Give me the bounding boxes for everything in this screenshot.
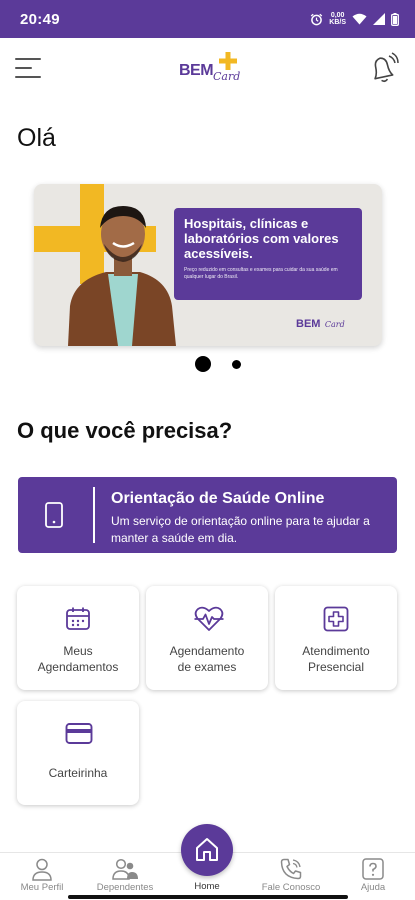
tile-in-person-care[interactable]: Atendimento Presencial — [275, 586, 397, 690]
app-header: BEM Card — [0, 38, 415, 100]
tile-label: Atendimento — [302, 644, 370, 658]
alarm-icon — [311, 13, 323, 25]
promo-banner[interactable]: Hospitais, clínicas e laboratórios com v… — [34, 184, 382, 346]
tile-label: Meus — [63, 644, 93, 658]
tile-member-card[interactable]: Carteirinha — [17, 701, 139, 805]
bell-icon — [374, 52, 399, 83]
network-speed: 0,00 KB/S — [329, 12, 346, 26]
banner-subtext: Preço reduzido em consultas e exames par… — [184, 267, 338, 280]
app-logo: BEM Card — [179, 52, 245, 88]
nav-help[interactable]: Ajuda — [333, 853, 413, 900]
signal-icon — [373, 13, 385, 25]
tile-label: Carteirinha — [48, 766, 108, 780]
banner-text-panel: Hospitais, clínicas e laboratórios com v… — [174, 208, 362, 300]
section-title: O que você precisa? — [17, 418, 233, 443]
online-health-guidance-card[interactable]: Orientação de Saúde Online Um serviço de… — [18, 477, 397, 553]
nav-label: Dependentes — [96, 882, 154, 893]
status-bar: 20:49 0,00 KB/S — [0, 0, 415, 38]
battery-icon — [391, 12, 399, 26]
notifications-button[interactable] — [365, 50, 399, 86]
menu-button[interactable] — [12, 54, 44, 84]
calendar-icon — [66, 607, 90, 630]
wifi-icon — [352, 13, 367, 25]
logo-sub-text: Card — [213, 70, 241, 83]
tile-label: Agendamento — [169, 644, 245, 658]
tile-label: Agendamentos — [37, 660, 119, 674]
greeting: Olá — [17, 124, 56, 152]
menu-icon — [15, 58, 41, 60]
nav-label: Ajuda — [360, 882, 386, 893]
user-icon — [32, 858, 52, 881]
nav-label-home: Home — [194, 881, 220, 892]
banner-person-image — [68, 206, 176, 346]
nav-home-button[interactable] — [181, 824, 233, 876]
help-icon — [362, 858, 384, 880]
nav-contact[interactable]: Fale Conosco — [251, 853, 331, 900]
promo-title: Orientação de Saúde Online — [111, 490, 325, 507]
tile-exam-scheduling[interactable]: Agendamento de exames — [146, 586, 268, 690]
nav-label: Fale Conosco — [261, 882, 321, 893]
status-icons: 0,00 KB/S — [310, 12, 399, 26]
tile-label: de exames — [177, 660, 237, 674]
carousel-dot[interactable] — [232, 360, 241, 369]
logo-plus-icon — [219, 52, 237, 70]
gesture-bar[interactable] — [68, 895, 348, 899]
smartphone-icon — [45, 502, 63, 528]
phone-icon — [280, 858, 302, 880]
banner-logo: BEM Card — [296, 318, 345, 330]
tile-my-appointments[interactable]: Meus Agendamentos — [17, 586, 139, 690]
promo-description: Um serviço de orientação online para te … — [111, 514, 370, 545]
banner-headline: Hospitais, clínicas e laboratórios com v… — [184, 216, 339, 261]
logo-main-text: BEM — [179, 62, 214, 79]
nav-profile[interactable]: Meu Perfil — [2, 853, 82, 900]
carousel-dot-active[interactable] — [195, 356, 211, 372]
tile-label: Presencial — [307, 660, 365, 674]
nav-dependents[interactable]: Dependentes — [85, 853, 165, 900]
status-time: 20:49 — [20, 10, 60, 28]
users-icon — [112, 858, 138, 880]
medical-cross-icon — [323, 606, 349, 632]
carousel-indicator — [0, 356, 415, 372]
card-icon — [65, 723, 93, 744]
heart-pulse-icon — [194, 606, 224, 631]
nav-label: Meu Perfil — [20, 882, 64, 893]
home-icon — [196, 838, 218, 861]
